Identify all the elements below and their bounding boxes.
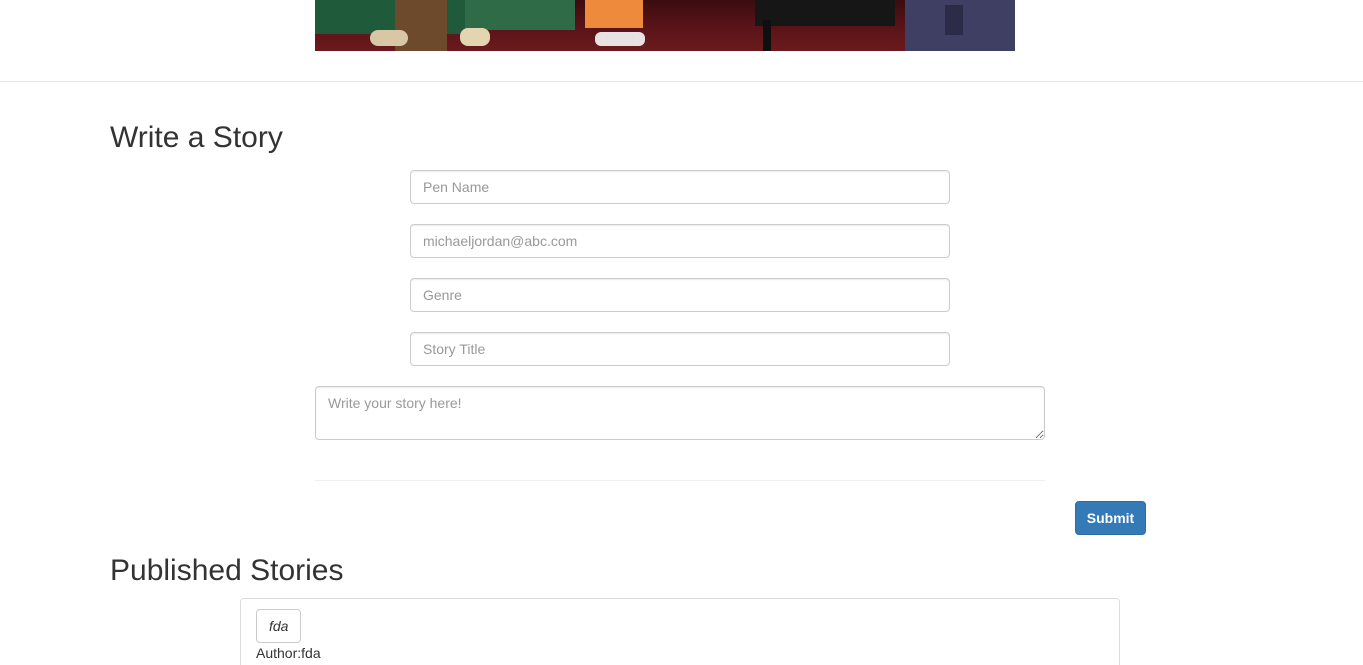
published-stories-heading: Published Stories bbox=[110, 554, 344, 587]
story-body-textarea[interactable] bbox=[315, 386, 1045, 440]
story-title-input[interactable] bbox=[410, 332, 950, 366]
hero-image bbox=[315, 0, 1015, 51]
story-card: fda Author:fda bbox=[240, 598, 1120, 665]
email-input[interactable] bbox=[410, 224, 950, 258]
pen-name-input[interactable] bbox=[410, 170, 950, 204]
submit-button[interactable]: Submit bbox=[1075, 501, 1146, 535]
top-divider bbox=[0, 81, 1363, 82]
genre-input[interactable] bbox=[410, 278, 950, 312]
page: Write a Story Submit Published Stories f… bbox=[0, 0, 1363, 665]
write-story-heading: Write a Story bbox=[110, 121, 283, 154]
form-divider bbox=[315, 480, 1045, 481]
author-name: fda bbox=[301, 645, 321, 661]
story-author: Author:fda bbox=[256, 645, 321, 661]
author-label: Author: bbox=[256, 645, 302, 661]
story-title-button[interactable]: fda bbox=[256, 609, 302, 643]
